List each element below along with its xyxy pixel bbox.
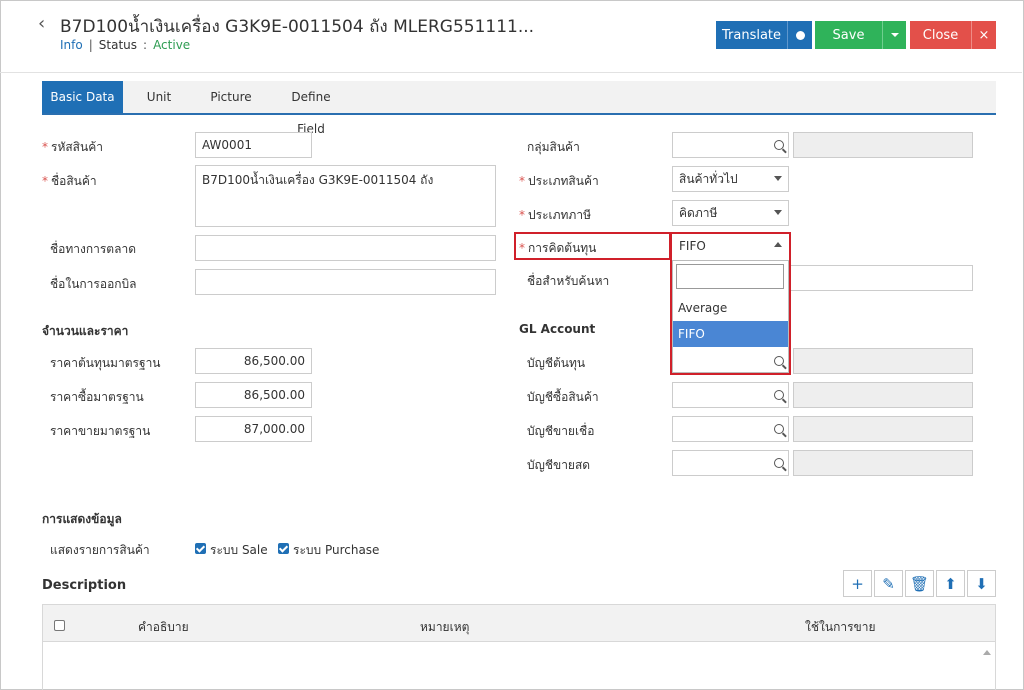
status-colon: :: [143, 38, 148, 52]
save-dropdown-button[interactable]: [882, 21, 906, 49]
sale-checkbox-label: ระบบ Sale: [210, 543, 268, 557]
product-type-label: * ประเภทสินค้า: [519, 172, 599, 191]
search-icon[interactable]: [774, 458, 784, 468]
save-button[interactable]: Save: [815, 21, 882, 49]
std-cost-label: ราคาต้นทุนมาตรฐาน: [50, 356, 161, 370]
edit-row-button[interactable]: ✎: [874, 570, 903, 597]
product-name-textarea[interactable]: B7D100น้ำเงินเครื่อง G3K9E-0011504 ถัง: [195, 165, 496, 227]
billing-name-label: ชื่อในการออกบิล: [50, 277, 137, 291]
cash-sale-account-input[interactable]: [672, 450, 789, 476]
back-chevron-icon[interactable]: ‹: [38, 13, 45, 34]
arrow-up-icon: ⬆: [944, 574, 957, 593]
std-sell-label: ราคาขายมาตรฐาน: [50, 424, 151, 438]
purchase-account-label: บัญชีซื้อสินค้า: [527, 390, 599, 404]
status-value: Active: [153, 38, 191, 52]
subtitle-divider: |: [88, 38, 93, 52]
close-x-button[interactable]: ×: [971, 21, 996, 49]
product-name-label-text: ชื่อสินค้า: [51, 174, 97, 188]
tab-picture[interactable]: Picture: [205, 81, 257, 113]
required-mark: *: [519, 208, 525, 222]
chevron-down-icon: [774, 210, 782, 215]
product-code-label-text: รหัสสินค้า: [51, 140, 103, 154]
purchase-checkbox[interactable]: [278, 543, 289, 554]
required-mark: *: [519, 174, 525, 188]
description-table-body: [42, 642, 996, 690]
column-header-remark: หมายเหตุ: [420, 620, 470, 634]
product-code-label: * รหัสสินค้า: [42, 138, 103, 157]
purchase-account-name-field: [793, 382, 973, 408]
costing-dropdown-highlight: [670, 232, 791, 375]
search-name-input[interactable]: [790, 265, 973, 291]
column-header-use-in-sale: ใช้ในการขาย: [805, 620, 876, 634]
page-title: B7D100น้ำเงินเครื่อง G3K9E-0011504 ถัง M…: [60, 17, 535, 37]
product-group-label: กลุ่มสินค้า: [527, 140, 580, 154]
description-title: Description: [42, 578, 127, 593]
cost-account-label: บัญชีต้นทุน: [527, 356, 586, 370]
search-icon[interactable]: [774, 424, 784, 434]
std-cost-input[interactable]: 86,500.00: [195, 348, 312, 374]
search-icon[interactable]: [774, 390, 784, 400]
arrow-down-icon: ⬇: [975, 574, 988, 593]
product-group-name-field: [793, 132, 973, 158]
add-row-button[interactable]: +: [843, 570, 872, 597]
purchase-account-input[interactable]: [672, 382, 789, 408]
tax-type-label: * ประเภทภาษี: [519, 206, 591, 225]
show-items-label: แสดงรายการสินค้า: [50, 543, 150, 557]
tab-unit[interactable]: Unit: [135, 81, 183, 113]
required-mark: *: [42, 140, 48, 154]
marketing-name-label: ชื่อทางการตลาด: [50, 242, 136, 256]
tab-bar: [42, 81, 996, 115]
product-name-label: * ชื่อสินค้า: [42, 172, 97, 191]
billing-name-input[interactable]: [195, 269, 496, 295]
tab-basic-data[interactable]: Basic Data: [42, 81, 123, 113]
header-divider: [0, 72, 1022, 73]
delete-row-button[interactable]: 🗑: [905, 570, 934, 597]
search-icon[interactable]: [774, 140, 784, 150]
price-section-title: จำนวนและราคา: [42, 324, 129, 338]
search-name-label: ชื่อสำหรับค้นหา: [527, 274, 610, 288]
std-buy-label: ราคาซื้อมาตรฐาน: [50, 390, 144, 404]
status-label: Status: [98, 38, 138, 52]
chevron-down-icon: [774, 176, 782, 181]
select-all-checkbox[interactable]: [54, 620, 65, 631]
move-down-button[interactable]: ⬇: [967, 570, 996, 597]
cash-sale-account-label: บัญชีขายสด: [527, 458, 591, 472]
cash-sale-account-name-field: [793, 450, 973, 476]
required-mark: *: [42, 174, 48, 188]
tab-define-field[interactable]: Define Field: [277, 81, 345, 136]
page-subtitle: Info | Status: Active: [60, 38, 190, 52]
purchase-checkbox-label: ระบบ Purchase: [293, 543, 380, 557]
credit-sale-account-name-field: [793, 416, 973, 442]
tax-type-select[interactable]: คิดภาษี: [672, 200, 789, 226]
globe-icon: [795, 30, 805, 40]
gl-section-title: GL Account: [519, 322, 596, 336]
cost-account-name-field: [793, 348, 973, 374]
translate-button[interactable]: Translate: [716, 21, 787, 49]
marketing-name-input[interactable]: [195, 235, 496, 261]
std-buy-input[interactable]: 86,500.00: [195, 382, 312, 408]
column-header-description: คำอธิบาย: [138, 620, 189, 634]
display-section-title: การแสดงข้อมูล: [42, 512, 122, 526]
product-type-select[interactable]: สินค้าทั่วไป: [672, 166, 789, 192]
move-up-button[interactable]: ⬆: [936, 570, 965, 597]
costing-label-highlight: [514, 232, 671, 260]
translate-globe-button[interactable]: [787, 21, 812, 49]
sale-checkbox[interactable]: [195, 543, 206, 554]
product-code-input[interactable]: AW0001: [195, 132, 312, 158]
pencil-icon: ✎: [882, 574, 895, 593]
plus-icon: +: [851, 574, 864, 593]
credit-sale-account-input[interactable]: [672, 416, 789, 442]
caret-down-icon: [890, 33, 899, 37]
product-type-label-text: ประเภทสินค้า: [528, 174, 599, 188]
product-group-input[interactable]: [672, 132, 789, 158]
credit-sale-account-label: บัญชีขายเชื่อ: [527, 424, 595, 438]
trash-icon: 🗑: [909, 574, 930, 593]
info-link[interactable]: Info: [60, 38, 83, 52]
close-button[interactable]: Close: [910, 21, 971, 49]
scroll-up-icon[interactable]: [983, 650, 991, 655]
std-sell-input[interactable]: 87,000.00: [195, 416, 312, 442]
tax-type-label-text: ประเภทภาษี: [528, 208, 591, 222]
